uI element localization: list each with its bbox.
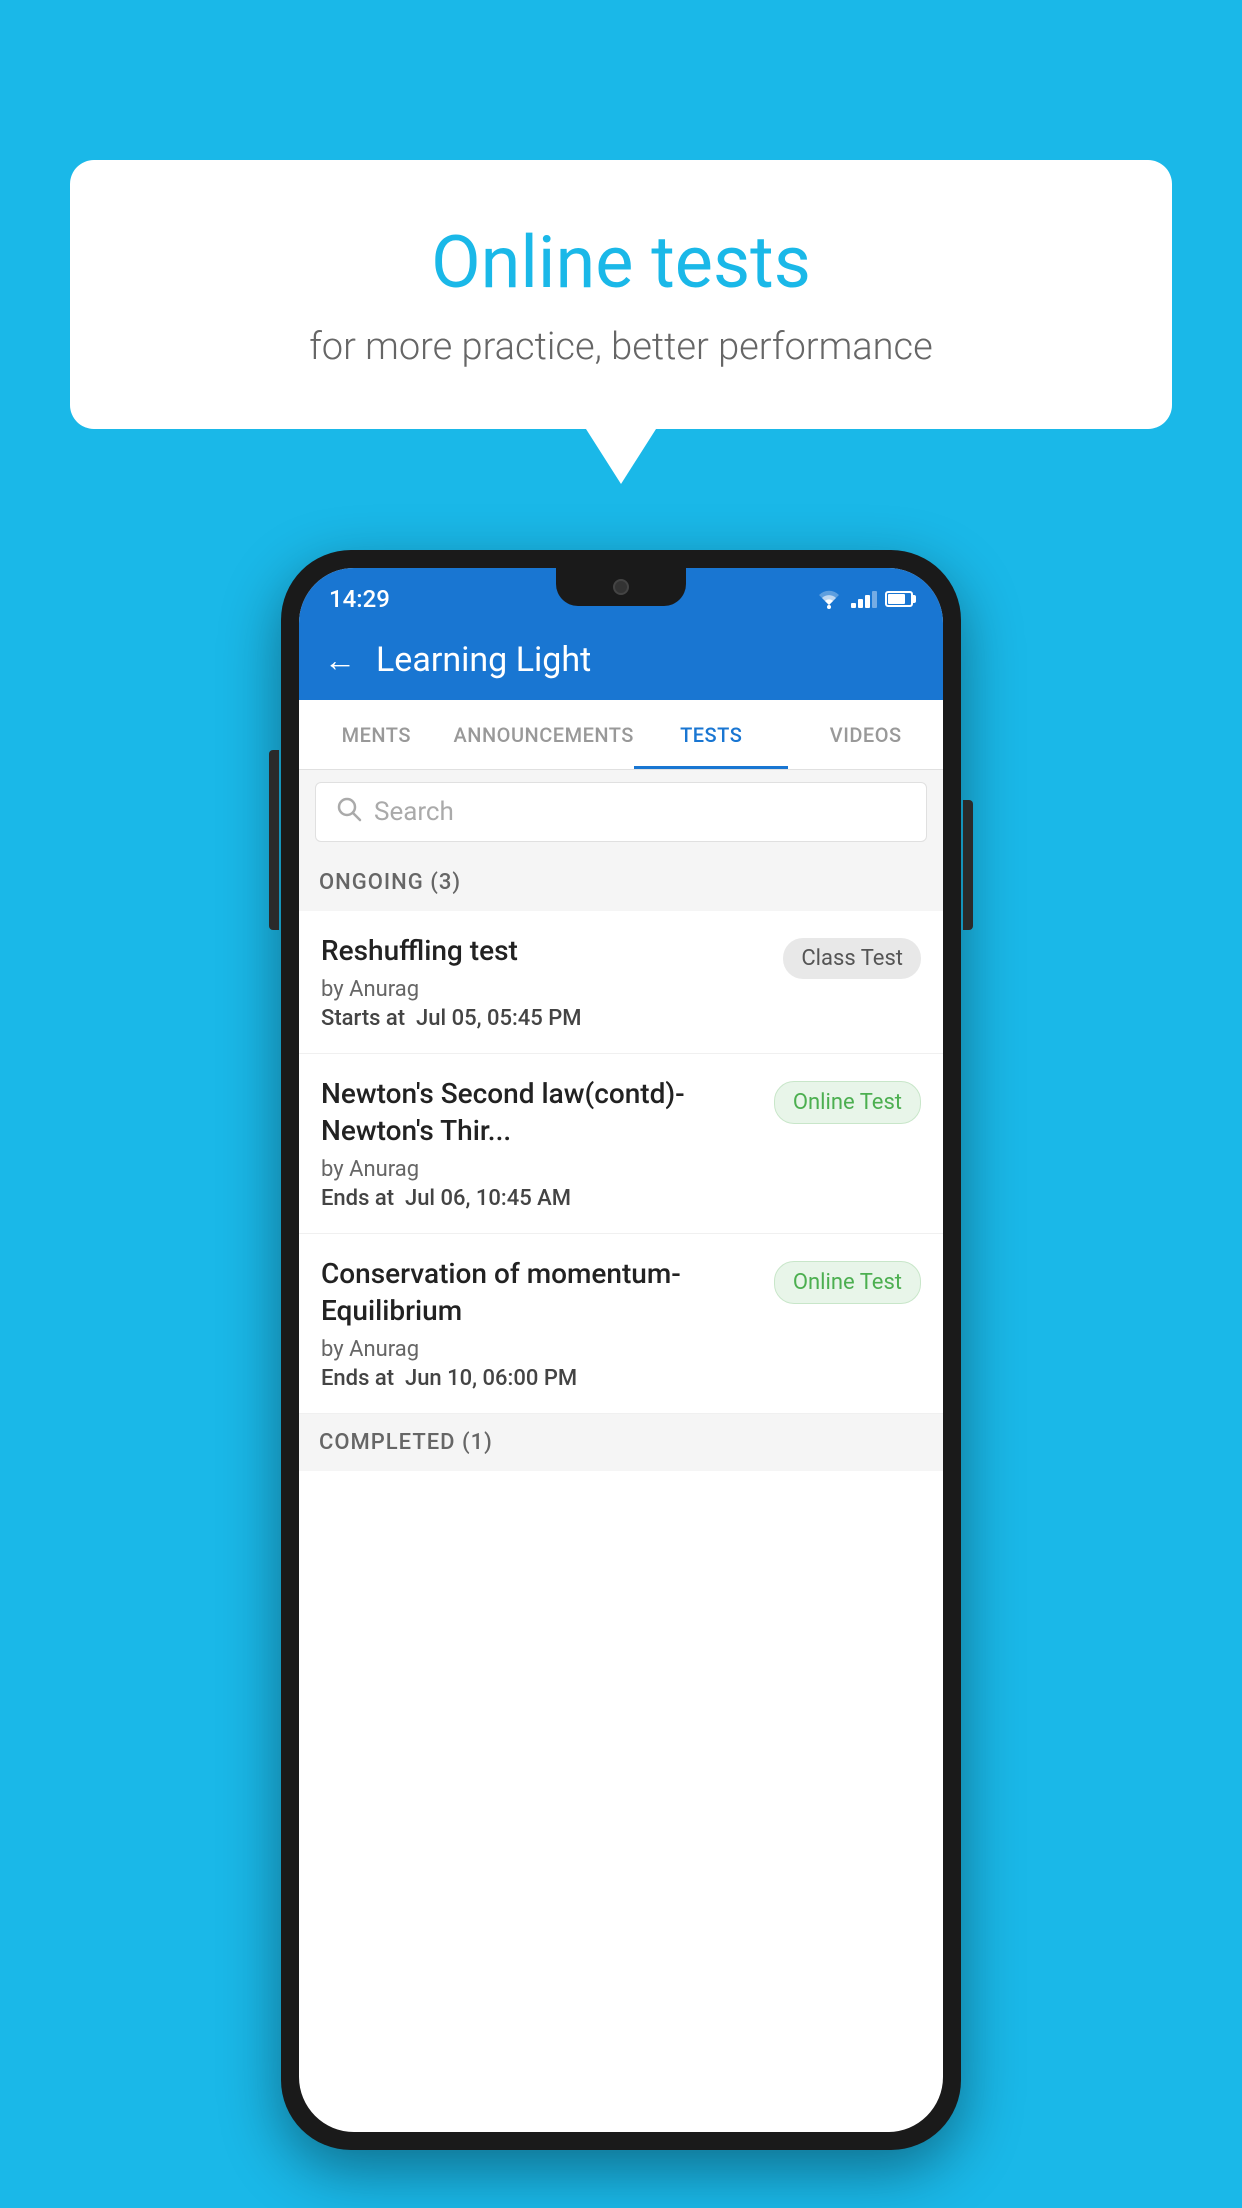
speech-bubble-tail: [586, 429, 656, 484]
test-author-1: by Anurag: [321, 977, 768, 1002]
test-name-2: Newton's Second law(contd)-Newton's Thir…: [321, 1076, 759, 1149]
test-time-1: Starts at Jul 05, 05:45 PM: [321, 1006, 768, 1031]
phone-outer: 14:29: [281, 550, 961, 2150]
battery-icon: [885, 591, 913, 607]
ongoing-section-header: ONGOING (3): [299, 854, 943, 911]
search-container: Search: [299, 770, 943, 854]
phone-notch: [556, 568, 686, 606]
status-time: 14:29: [329, 585, 390, 613]
test-time-2: Ends at Jul 06, 10:45 AM: [321, 1186, 759, 1211]
status-icons: [815, 589, 913, 609]
ongoing-section-title: ONGOING (3): [319, 870, 461, 895]
completed-section-header: COMPLETED (1): [299, 1414, 943, 1471]
test-info-2: Newton's Second law(contd)-Newton's Thir…: [321, 1076, 774, 1211]
test-item-1[interactable]: Reshuffling test by Anurag Starts at Jul…: [299, 911, 943, 1054]
search-icon: [336, 796, 362, 829]
search-bar[interactable]: Search: [315, 782, 927, 842]
tab-announcements[interactable]: ANNOUNCEMENTS: [454, 700, 634, 769]
content-area: Search ONGOING (3) Reshuffling test by A…: [299, 770, 943, 2132]
test-badge-2: Online Test: [774, 1081, 921, 1124]
tab-bar: MENTS ANNOUNCEMENTS TESTS VIDEOS: [299, 700, 943, 770]
test-list: Reshuffling test by Anurag Starts at Jul…: [299, 911, 943, 1414]
speech-bubble-container: Online tests for more practice, better p…: [70, 160, 1172, 484]
test-item-3[interactable]: Conservation of momentum-Equilibrium by …: [299, 1234, 943, 1414]
test-badge-3: Online Test: [774, 1261, 921, 1304]
signal-bars-icon: [851, 590, 877, 608]
test-badge-1: Class Test: [783, 938, 921, 979]
wifi-icon: [815, 589, 843, 609]
speech-bubble: Online tests for more practice, better p…: [70, 160, 1172, 429]
test-name-3: Conservation of momentum-Equilibrium: [321, 1256, 759, 1329]
camera-dot: [613, 579, 629, 595]
speech-bubble-subtitle: for more practice, better performance: [150, 325, 1092, 369]
app-bar: ← Learning Light: [299, 620, 943, 700]
test-author-2: by Anurag: [321, 1157, 759, 1182]
test-author-3: by Anurag: [321, 1337, 759, 1362]
tab-videos[interactable]: VIDEOS: [788, 700, 943, 769]
test-item-2[interactable]: Newton's Second law(contd)-Newton's Thir…: [299, 1054, 943, 1234]
phone-mockup: 14:29: [281, 550, 961, 2150]
back-button[interactable]: ←: [324, 641, 356, 679]
test-time-3: Ends at Jun 10, 06:00 PM: [321, 1366, 759, 1391]
search-input-placeholder: Search: [374, 797, 454, 827]
phone-inner: 14:29: [299, 568, 943, 2132]
test-name-1: Reshuffling test: [321, 933, 768, 969]
app-bar-title: Learning Light: [376, 640, 591, 680]
speech-bubble-title: Online tests: [150, 220, 1092, 305]
tab-tests[interactable]: TESTS: [634, 700, 789, 769]
tab-ments[interactable]: MENTS: [299, 700, 454, 769]
test-info-3: Conservation of momentum-Equilibrium by …: [321, 1256, 774, 1391]
completed-section-title: COMPLETED (1): [319, 1430, 493, 1455]
test-info-1: Reshuffling test by Anurag Starts at Jul…: [321, 933, 783, 1031]
